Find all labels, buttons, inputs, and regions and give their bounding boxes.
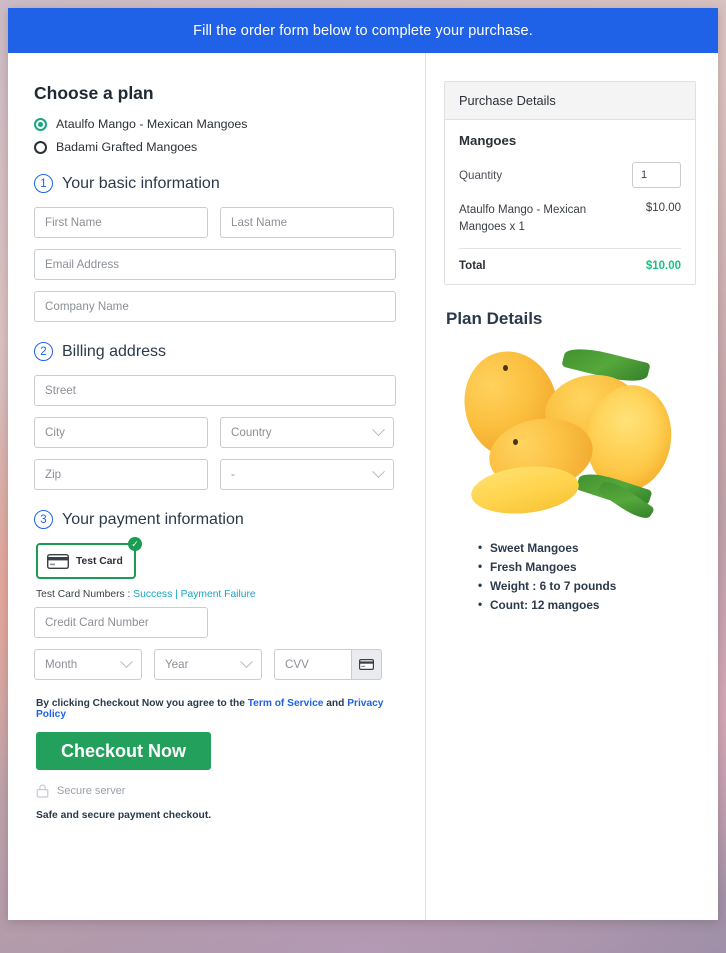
- country-select[interactable]: Country: [220, 417, 394, 448]
- mango-slice: [468, 461, 582, 519]
- expiry-cvv-row: Month Year CVV: [34, 649, 401, 680]
- total-amount: $10.00: [645, 260, 681, 273]
- payment-method-test-card[interactable]: Test Card ✓: [36, 537, 142, 579]
- cvv-group: CVV: [274, 649, 382, 680]
- term-of-service-link[interactable]: Term of Service: [248, 698, 324, 709]
- quantity-label: Quantity: [459, 168, 503, 182]
- state-select[interactable]: -: [220, 459, 394, 490]
- section-header-basic-info: 1 Your basic information: [34, 174, 401, 193]
- plan-features-list: Sweet Mangoes Fresh Mangoes Weight : 6 t…: [478, 540, 696, 612]
- state-select-value: -: [231, 468, 235, 481]
- city-input[interactable]: City: [34, 417, 208, 448]
- plan-details-heading: Plan Details: [446, 309, 543, 329]
- company-name-input[interactable]: Company Name: [34, 291, 396, 322]
- line-item-price: $10.00: [645, 202, 681, 214]
- total-row: Total $10.00: [459, 249, 681, 272]
- safe-checkout-note: Safe and secure payment checkout.: [36, 810, 212, 821]
- quantity-input[interactable]: 1: [632, 162, 681, 188]
- section-title: Billing address: [62, 342, 167, 360]
- purchase-details-card: Purchase Details Mangoes Quantity 1 Atau…: [444, 81, 696, 286]
- page-banner: Fill the order form below to complete yo…: [8, 8, 718, 53]
- email-input[interactable]: Email Address: [34, 249, 396, 280]
- radio-icon-unselected[interactable]: [34, 140, 47, 154]
- list-item: Weight : 6 to 7 pounds: [478, 578, 696, 593]
- page-body: Choose a plan Ataulfo Mango - Mexican Ma…: [8, 53, 718, 920]
- line-item-row: Ataulfo Mango - Mexican Mangoes x 1 $10.…: [459, 202, 681, 250]
- city-country-row: City Country: [34, 417, 401, 448]
- chevron-down-icon: [372, 423, 385, 437]
- secure-server-row: Secure server: [36, 784, 401, 798]
- checkout-now-button[interactable]: Checkout Now: [36, 732, 211, 770]
- expiry-year-value: Year: [165, 658, 189, 671]
- card-number-row: Credit Card Number: [34, 607, 401, 638]
- secure-server-label: Secure server: [57, 785, 126, 797]
- quantity-row: Quantity 1: [459, 162, 681, 188]
- section-header-billing-address: 2 Billing address: [34, 342, 401, 361]
- checkout-page: Fill the order form below to complete yo…: [8, 8, 718, 920]
- purchase-details-header: Purchase Details: [445, 82, 695, 120]
- mangoes-product-image: [453, 339, 681, 525]
- country-select-value: Country: [231, 426, 272, 439]
- email-row: Email Address: [34, 249, 401, 280]
- section-title: Your payment information: [62, 510, 244, 528]
- expiry-month-select[interactable]: Month: [34, 649, 142, 680]
- zip-state-row: Zip -: [34, 459, 401, 490]
- terms-middle: and: [323, 698, 348, 709]
- expiry-year-select[interactable]: Year: [154, 649, 262, 680]
- list-item: Count: 12 mangoes: [478, 597, 696, 612]
- chevron-down-icon: [120, 655, 133, 669]
- zip-input[interactable]: Zip: [34, 459, 208, 490]
- link-separator: |: [175, 589, 178, 600]
- test-card-success-link[interactable]: Success: [133, 589, 172, 600]
- lock-icon: [36, 784, 49, 798]
- plan-option-badami[interactable]: Badami Grafted Mangoes: [34, 140, 401, 154]
- product-name: Mangoes: [459, 133, 517, 148]
- section-header-payment-info: 3 Your payment information: [34, 510, 401, 529]
- terms-prefix: By clicking Checkout Now you agree to th…: [36, 698, 248, 709]
- line-item-name: Ataulfo Mango - Mexican Mangoes x 1: [459, 204, 587, 233]
- expiry-month-value: Month: [45, 658, 78, 671]
- test-card-numbers-line: Test Card Numbers : Success | Payment Fa…: [36, 589, 401, 600]
- plan-option-label: Ataulfo Mango - Mexican Mangoes: [56, 117, 248, 131]
- list-item: Fresh Mangoes: [478, 559, 696, 574]
- list-item: Sweet Mangoes: [478, 540, 696, 555]
- banner-text: Fill the order form below to complete yo…: [193, 22, 533, 39]
- summary-column: Purchase Details Mangoes Quantity 1 Atau…: [426, 53, 718, 920]
- chevron-down-icon: [240, 655, 253, 669]
- credit-card-number-input[interactable]: Credit Card Number: [34, 607, 208, 638]
- plan-option-ataulfo[interactable]: Ataulfo Mango - Mexican Mangoes: [34, 117, 401, 131]
- step-number-badge: 1: [34, 174, 53, 193]
- payment-method-label: Test Card: [76, 555, 123, 567]
- first-name-input[interactable]: First Name: [34, 207, 208, 238]
- company-row: Company Name: [34, 291, 401, 322]
- check-circle-icon: ✓: [128, 537, 142, 551]
- cvv-help-button[interactable]: [351, 649, 382, 680]
- test-card-numbers-label: Test Card Numbers :: [36, 589, 131, 600]
- section-title: Your basic information: [62, 174, 220, 192]
- purchase-details-body: Mangoes Quantity 1 Ataulfo Mango - Mexic…: [445, 120, 695, 284]
- step-number-badge: 3: [34, 510, 53, 529]
- cvv-input[interactable]: CVV: [274, 649, 351, 680]
- order-form-column: Choose a plan Ataulfo Mango - Mexican Ma…: [8, 53, 426, 920]
- test-card-failure-link[interactable]: Payment Failure: [181, 589, 256, 600]
- radio-icon-selected[interactable]: [34, 117, 47, 131]
- street-row: Street: [34, 375, 401, 406]
- credit-card-icon: [359, 659, 374, 670]
- total-label: Total: [459, 260, 486, 273]
- last-name-input[interactable]: Last Name: [220, 207, 394, 238]
- plan-option-label: Badami Grafted Mangoes: [56, 140, 198, 154]
- name-row: First Name Last Name: [34, 207, 401, 238]
- step-number-badge: 2: [34, 342, 53, 361]
- terms-notice: By clicking Checkout Now you agree to th…: [36, 698, 401, 720]
- chevron-down-icon: [372, 465, 385, 479]
- credit-card-icon: [47, 553, 69, 569]
- street-input[interactable]: Street: [34, 375, 396, 406]
- choose-plan-heading: Choose a plan: [34, 83, 154, 103]
